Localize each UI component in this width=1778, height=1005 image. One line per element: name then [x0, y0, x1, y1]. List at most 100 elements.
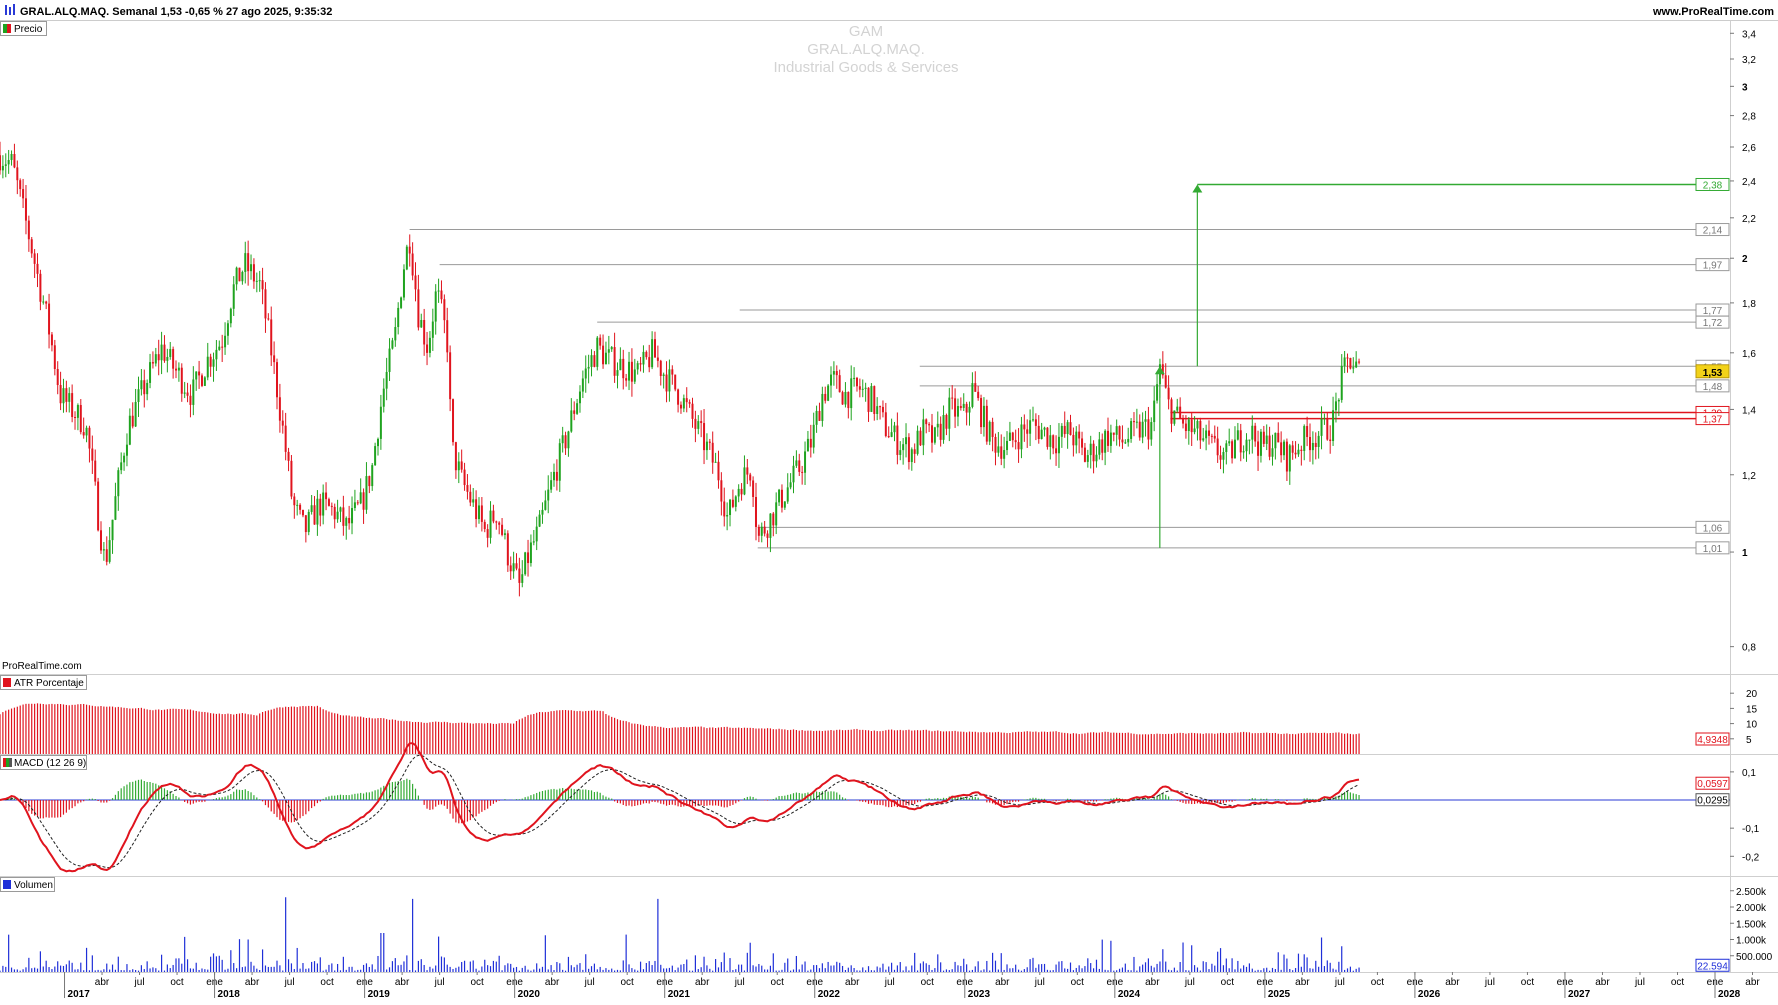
candle-body — [19, 180, 22, 190]
candle-body — [1130, 421, 1133, 439]
legend-price-up-swatch — [3, 24, 7, 33]
candle-body — [861, 388, 864, 390]
candle-body — [1193, 428, 1196, 433]
macd-signal-line — [0, 754, 1360, 869]
candle-body — [864, 387, 867, 389]
price-tick-label: 2,8 — [1742, 112, 1756, 123]
site-link[interactable]: www.ProRealTime.com — [1652, 6, 1774, 18]
candle-body — [573, 410, 576, 414]
candle-body — [780, 489, 783, 508]
candle-body — [235, 267, 238, 285]
candle-body — [1199, 420, 1202, 441]
candle-body — [36, 263, 39, 274]
candle-body — [584, 368, 587, 379]
candle-body — [250, 264, 253, 272]
candle-body — [483, 521, 486, 530]
month-tick-label: oct — [320, 977, 334, 988]
candle-body — [593, 355, 596, 367]
candle-body — [1179, 406, 1182, 419]
candle-body — [1, 165, 4, 171]
candle-body — [1320, 418, 1323, 436]
legend-macd-swatch-a — [3, 758, 6, 767]
month-tick-label: abr — [1295, 977, 1310, 988]
candle-body — [1109, 432, 1112, 446]
candle-body — [327, 499, 330, 506]
candle-body — [65, 388, 68, 402]
candle-body — [965, 403, 968, 413]
candle-body — [1225, 443, 1228, 453]
candle-body — [79, 405, 82, 433]
candle-body — [1297, 449, 1300, 455]
candle-body — [42, 301, 45, 303]
candle-body — [137, 389, 140, 402]
candle-body — [157, 354, 160, 361]
year-tick-label: 2019 — [368, 989, 391, 1000]
chart-svg: GRAL.ALQ.MAQ. Semanal 1,53 -0,65 % 27 ag… — [0, 0, 1778, 1000]
candle-body — [293, 496, 296, 506]
legend-price-label: Precio — [14, 24, 43, 35]
price-tick-label: 1,2 — [1742, 471, 1756, 482]
candle-body — [1205, 430, 1208, 439]
candle-body — [936, 423, 939, 428]
candle-body — [1259, 431, 1262, 456]
candle-body — [74, 416, 77, 418]
candle-body — [1314, 442, 1317, 447]
month-tick-label: jul — [284, 977, 295, 988]
candle-body — [365, 476, 368, 510]
candle-body — [278, 397, 281, 421]
month-tick-label: oct — [1221, 977, 1235, 988]
candle-body — [1141, 421, 1144, 438]
year-tick-label: 2026 — [1418, 989, 1441, 1000]
candle-body — [1303, 426, 1306, 451]
candle-body — [313, 505, 316, 525]
candle-body — [388, 348, 391, 372]
candle-body — [1265, 435, 1268, 444]
candle-body — [1040, 429, 1043, 439]
candle-body — [400, 297, 403, 308]
candle-body — [446, 320, 449, 353]
candle-body — [1346, 357, 1349, 359]
candle-body — [968, 406, 971, 413]
month-tick-label: jul — [584, 977, 595, 988]
atr-tick-label: 5 — [1746, 735, 1752, 746]
candle-body — [33, 253, 36, 264]
candle-body — [567, 431, 570, 449]
volume-bars: 22.594 — [0, 897, 1730, 972]
candle-body — [382, 388, 385, 407]
candle-body — [642, 351, 645, 365]
candle-body — [310, 505, 313, 512]
candle-body — [1349, 357, 1352, 369]
candle-body — [1164, 375, 1167, 388]
candle-body — [521, 574, 524, 583]
candle-body — [1060, 425, 1063, 437]
candle-body — [186, 392, 189, 396]
candle-body — [925, 419, 928, 425]
candle-body — [62, 388, 65, 404]
candle-body — [319, 498, 322, 516]
candle-body — [1216, 438, 1219, 456]
month-tick-label: jul — [734, 977, 745, 988]
candle-body — [221, 346, 224, 348]
candle-body — [931, 425, 934, 443]
panel-frames — [0, 21, 1778, 973]
candle-body — [792, 465, 795, 483]
candle-body — [258, 280, 261, 282]
candle-body — [853, 377, 856, 379]
candle-body — [544, 500, 547, 510]
atr-current-label: 4,9348 — [1697, 735, 1728, 746]
candle-body — [1262, 431, 1265, 444]
candle-body — [492, 510, 495, 522]
month-tick-label: jul — [1484, 977, 1495, 988]
candle-body — [356, 502, 359, 504]
candle-body — [705, 441, 708, 451]
candle-body — [1294, 452, 1297, 455]
candle-body — [1055, 448, 1058, 454]
month-tick-label: oct — [621, 977, 635, 988]
candle-body — [53, 345, 56, 370]
candle-body — [336, 511, 339, 520]
legend-price-down-swatch — [7, 24, 11, 33]
candle-body — [662, 374, 665, 376]
price-tick-label: 0,8 — [1742, 643, 1756, 654]
candle-body — [247, 253, 250, 272]
candle-body — [1000, 446, 1003, 459]
